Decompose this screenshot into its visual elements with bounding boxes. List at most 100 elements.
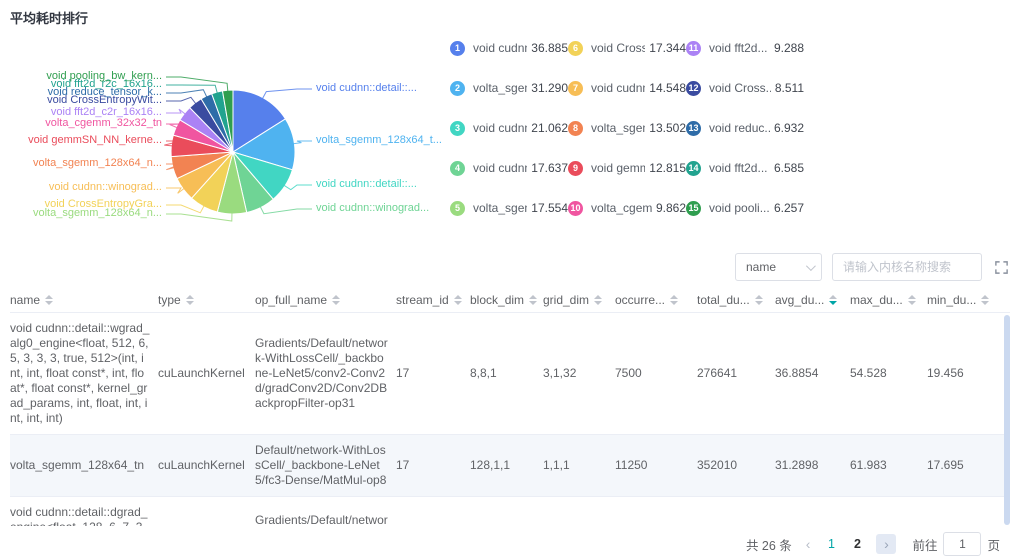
- table-cell-occurrence: 7500: [615, 358, 697, 389]
- legend-item[interactable]: 8volta_sgem...13.502: [568, 108, 686, 148]
- legend-item-value: 6.932: [774, 121, 804, 135]
- sort-caret-group: [670, 295, 678, 305]
- page-number[interactable]: 2: [847, 537, 867, 551]
- pie-slice[interactable]: [217, 152, 246, 214]
- sort-ascending-icon: [908, 295, 916, 299]
- legend-item-value: 12.815: [649, 161, 686, 175]
- table-header-cell[interactable]: avg_du...: [775, 293, 850, 307]
- pie-slice[interactable]: [223, 90, 234, 152]
- table-header-cell[interactable]: grid_dim: [543, 293, 615, 307]
- table-body: void cudnn::detail::wgrad_alg0_engine<fl…: [10, 313, 1010, 526]
- table-row: void cudnn::detail::dgrad_engine<float, …: [10, 497, 1010, 526]
- sort-descending-icon: [755, 301, 763, 305]
- legend-item-label: void cudnn...: [591, 81, 645, 95]
- legend-item[interactable]: 14void fft2d...6.585: [686, 148, 804, 188]
- legend-item[interactable]: 2volta_sgem...31.290: [450, 68, 568, 108]
- table-cell-grid_dim: 1,1,1: [543, 450, 615, 481]
- pie-slice[interactable]: [171, 152, 233, 179]
- legend-item-value: 8.511: [775, 81, 804, 95]
- table-scrollbar-thumb[interactable]: [1004, 315, 1010, 525]
- table-header-cell[interactable]: name: [10, 293, 158, 307]
- pie-slice[interactable]: [173, 120, 233, 152]
- pie-slice[interactable]: [171, 135, 233, 157]
- legend: 1void cudnn...36.8852volta_sgem...31.290…: [450, 28, 804, 228]
- sort-caret-group: [981, 295, 989, 305]
- legend-item[interactable]: 4void cudnn...17.637: [450, 148, 568, 188]
- legend-item-value: 6.585: [774, 161, 804, 175]
- pie-slice[interactable]: [177, 152, 233, 198]
- table-header-label: block_dim: [470, 293, 524, 307]
- legend-item[interactable]: 6void Cross...17.344: [568, 28, 686, 68]
- pie-slice[interactable]: [180, 108, 233, 152]
- legend-item[interactable]: 10volta_cgem...9.862: [568, 188, 686, 228]
- legend-item-label: void cudnn...: [473, 41, 527, 55]
- pie-slice[interactable]: [192, 152, 233, 212]
- legend-item[interactable]: 5volta_sgem...17.554: [450, 188, 568, 228]
- table-cell-stream_id: 17: [396, 450, 470, 481]
- pie-slice[interactable]: [201, 94, 233, 152]
- table-header-cell[interactable]: op_full_name: [255, 293, 396, 307]
- sort-ascending-icon: [45, 295, 53, 299]
- pie-label-line: [166, 164, 181, 170]
- pie-slice[interactable]: [233, 152, 292, 199]
- next-page-button[interactable]: ›: [876, 534, 896, 554]
- sort-caret-group: [186, 295, 194, 305]
- table-cell-block_dim: 8,8,1: [470, 358, 543, 389]
- sort-caret-group: [45, 295, 53, 305]
- table-cell-name: void cudnn::detail::wgrad_alg0_engine<fl…: [10, 313, 158, 434]
- table-header-cell[interactable]: type: [158, 293, 255, 307]
- column-filter-select[interactable]: name: [735, 253, 822, 281]
- legend-item[interactable]: 15void pooli...6.257: [686, 188, 804, 228]
- pie-slice-label: void cudnn::winograd...: [49, 181, 162, 194]
- pie-label-line: [166, 188, 185, 193]
- table-header-cell[interactable]: stream_id: [396, 293, 470, 307]
- legend-item[interactable]: 7void cudnn...14.548: [568, 68, 686, 108]
- legend-item-label: volta_cgem...: [591, 201, 652, 215]
- page-number-list: 12: [818, 537, 870, 551]
- table-header-label: avg_du...: [775, 293, 824, 307]
- sort-descending-icon: [529, 301, 537, 305]
- sort-caret-group: [829, 295, 837, 305]
- pie-slice-label: void cudnn::detail::...: [316, 82, 417, 95]
- legend-item[interactable]: 12void Cross...8.511: [686, 68, 804, 108]
- legend-rank-badge: 1: [450, 41, 465, 56]
- sort-caret-group: [529, 295, 537, 305]
- pie-slice[interactable]: [212, 91, 233, 152]
- fullscreen-icon[interactable]: [994, 260, 1009, 275]
- page-number[interactable]: 1: [821, 537, 841, 551]
- sort-caret-group: [594, 295, 602, 305]
- goto-label: 前往: [912, 535, 937, 554]
- table-header-cell[interactable]: max_du...: [850, 293, 927, 307]
- legend-item[interactable]: 11void fft2d...9.288: [686, 28, 804, 68]
- legend-item[interactable]: 13void reduc...6.932: [686, 108, 804, 148]
- kernel-search-input[interactable]: [832, 253, 982, 281]
- pie-slice[interactable]: [233, 119, 295, 170]
- chevron-down-icon: [806, 261, 816, 271]
- pie-slice[interactable]: [190, 99, 233, 152]
- legend-rank-badge: 7: [568, 81, 583, 96]
- prev-page-button[interactable]: ‹: [806, 536, 811, 552]
- table-header-cell[interactable]: min_du...: [927, 293, 1005, 307]
- table-header-cell[interactable]: occurre...: [615, 293, 697, 307]
- legend-rank-badge: 10: [568, 201, 583, 216]
- legend-rank-badge: 6: [568, 41, 583, 56]
- pie-slice[interactable]: [233, 152, 273, 213]
- legend-item[interactable]: 9void gemmS...12.815: [568, 148, 686, 188]
- sort-caret-group: [755, 295, 763, 305]
- table-header-label: name: [10, 293, 40, 307]
- avg-duration-pie-chart: void cudnn::detail::...volta_sgemm_128x6…: [0, 0, 1015, 248]
- sort-descending-icon: [670, 301, 678, 305]
- legend-rank-badge: 3: [450, 121, 465, 136]
- table-header-cell[interactable]: total_du...: [697, 293, 775, 307]
- kernel-ranking-page: 平均耗时排行 void cudnn::detail::...volta_sgem…: [0, 0, 1015, 557]
- legend-item-label: volta_sgem...: [473, 201, 527, 215]
- legend-item[interactable]: 3void cudnn...21.062: [450, 108, 568, 148]
- pie-slice[interactable]: [233, 90, 285, 152]
- sort-caret-group: [908, 295, 916, 305]
- legend-item-label: volta_sgem...: [591, 121, 645, 135]
- legend-item[interactable]: 1void cudnn...36.885: [450, 28, 568, 68]
- table-header-cell[interactable]: block_dim: [470, 293, 543, 307]
- legend-item-value: 17.554: [531, 201, 568, 215]
- goto-page-input[interactable]: [943, 532, 981, 556]
- table-cell-op_full_name: Gradients/Default/network-WithLossCell/_…: [255, 505, 396, 527]
